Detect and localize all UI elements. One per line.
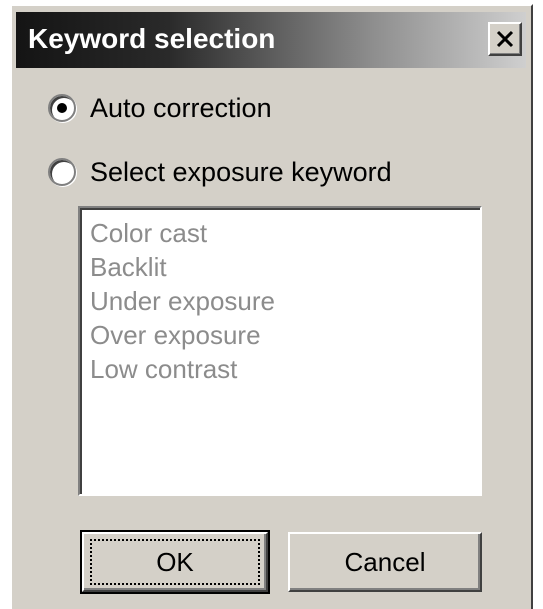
close-button[interactable]: [488, 22, 522, 56]
cancel-button-label: Cancel: [344, 546, 426, 577]
title-bar[interactable]: Keyword selection: [16, 12, 526, 68]
radio-label-select-exposure-keyword: Select exposure keyword: [90, 157, 392, 187]
dialog-title: Keyword selection: [28, 23, 276, 54]
keyword-selection-dialog: Keyword selection Auto correction Select…: [10, 4, 533, 609]
radio-select-exposure-keyword[interactable]: Select exposure keyword: [48, 152, 392, 192]
cancel-button[interactable]: Cancel: [288, 532, 482, 592]
keyword-listbox[interactable]: Color cast Backlit Under exposure Over e…: [78, 206, 482, 496]
radio-auto-correction[interactable]: Auto correction: [48, 88, 272, 128]
radio-label-auto-correction: Auto correction: [90, 93, 272, 123]
list-item[interactable]: Color cast: [90, 216, 480, 250]
list-item[interactable]: Over exposure: [90, 318, 480, 352]
ok-button[interactable]: OK: [80, 530, 270, 594]
ok-button-label: OK: [90, 539, 260, 585]
list-item[interactable]: Under exposure: [90, 284, 480, 318]
radio-button-auto-correction[interactable]: [48, 94, 76, 122]
list-item[interactable]: Low contrast: [90, 352, 480, 386]
radio-button-select-exposure-keyword[interactable]: [48, 158, 76, 186]
close-icon: [496, 30, 514, 48]
list-item[interactable]: Backlit: [90, 250, 480, 284]
